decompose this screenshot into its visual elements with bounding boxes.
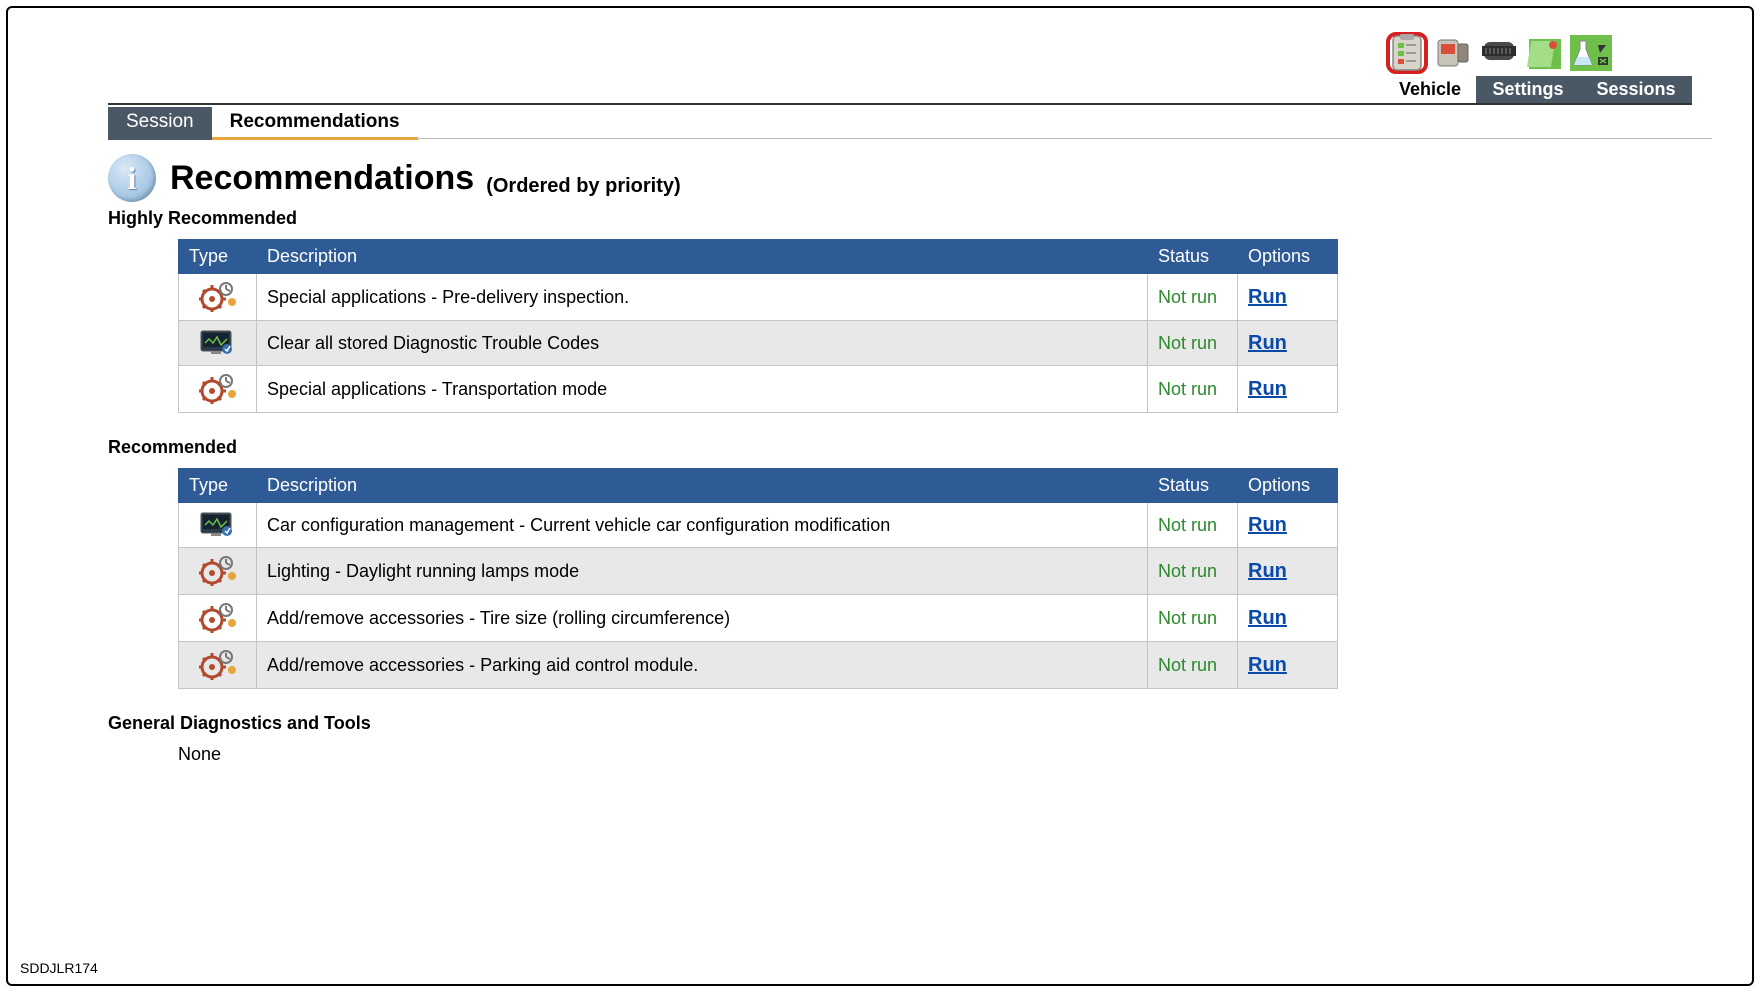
recommendations-table: TypeDescriptionStatusOptions Car configur… (178, 468, 1338, 689)
table-row: Car configuration management - Current v… (179, 503, 1338, 548)
col-header-status: Status (1148, 240, 1238, 274)
table-row: Add/remove accessories - Tire size (roll… (179, 595, 1338, 642)
run-link[interactable]: Run (1248, 654, 1287, 676)
page-subtitle: (Ordered by priority) (486, 175, 680, 198)
gear-icon (189, 603, 246, 633)
run-link[interactable]: Run (1248, 332, 1287, 354)
settings-device-icon[interactable] (1478, 32, 1520, 74)
type-cell (179, 548, 257, 595)
table-row: Lighting - Daylight running lamps modeNo… (179, 548, 1338, 595)
status-cell: Not run (1148, 595, 1238, 642)
info-icon: i (108, 154, 156, 202)
type-cell (179, 642, 257, 689)
col-header-description: Description (257, 240, 1148, 274)
description-cell: Special applications - Pre-delivery insp… (257, 274, 1148, 321)
table-row: Add/remove accessories - Parking aid con… (179, 642, 1338, 689)
sessions-beaker-icon[interactable] (1570, 32, 1612, 74)
description-cell: Car configuration management - Current v… (257, 503, 1148, 548)
footer-code: SDDJLR174 (20, 960, 98, 976)
options-cell: Run (1238, 595, 1338, 642)
tab-session[interactable]: Session (108, 107, 212, 140)
status-cell: Not run (1148, 274, 1238, 321)
status-cell: Not run (1148, 366, 1238, 413)
col-header-description: Description (257, 469, 1148, 503)
col-header-options: Options (1238, 469, 1338, 503)
tab-row: Session Recommendations (108, 107, 1712, 140)
type-cell (179, 321, 257, 366)
section-title: Recommended (108, 437, 1712, 458)
description-cell: Special applications - Transportation mo… (257, 366, 1148, 413)
table-row: Special applications - Transportation mo… (179, 366, 1338, 413)
gear-icon (189, 374, 246, 404)
options-cell: Run (1238, 642, 1338, 689)
type-cell (179, 595, 257, 642)
col-header-type: Type (179, 469, 257, 503)
toolbar-label-settings[interactable]: Settings (1476, 76, 1580, 103)
run-link[interactable]: Run (1248, 378, 1287, 400)
run-link[interactable]: Run (1248, 286, 1287, 308)
col-header-type: Type (179, 240, 257, 274)
toolbar-label-sessions[interactable]: Sessions (1580, 76, 1692, 103)
options-cell: Run (1238, 366, 1338, 413)
section-title: General Diagnostics and Tools (108, 713, 1712, 734)
monitor-icon (189, 329, 246, 357)
gear-icon (189, 650, 246, 680)
options-cell: Run (1238, 503, 1338, 548)
table-row: Special applications - Pre-delivery insp… (179, 274, 1338, 321)
description-cell: Add/remove accessories - Parking aid con… (257, 642, 1148, 689)
run-link[interactable]: Run (1248, 560, 1287, 582)
status-cell: Not run (1148, 321, 1238, 366)
run-link[interactable]: Run (1248, 607, 1287, 629)
status-cell: Not run (1148, 642, 1238, 689)
col-header-options: Options (1238, 240, 1338, 274)
options-cell: Run (1238, 321, 1338, 366)
vehicle-clipboard-icon[interactable] (1386, 32, 1428, 74)
run-link[interactable]: Run (1248, 514, 1287, 536)
page-heading: i Recommendations (Ordered by priority) (108, 154, 1712, 202)
page-title: Recommendations (170, 159, 474, 198)
gear-icon (189, 556, 246, 586)
description-cell: Clear all stored Diagnostic Trouble Code… (257, 321, 1148, 366)
description-cell: Add/remove accessories - Tire size (roll… (257, 595, 1148, 642)
recommendations-table: TypeDescriptionStatusOptions Special appl… (178, 239, 1338, 413)
top-toolbar: Vehicle Settings Sessions (108, 28, 1692, 103)
type-cell (179, 366, 257, 413)
type-cell (179, 503, 257, 548)
col-header-status: Status (1148, 469, 1238, 503)
monitor-icon (189, 511, 246, 539)
section-title: Highly Recommended (108, 208, 1712, 229)
options-cell: Run (1238, 548, 1338, 595)
description-cell: Lighting - Daylight running lamps mode (257, 548, 1148, 595)
status-cell: Not run (1148, 503, 1238, 548)
none-text: None (178, 744, 1712, 765)
settings-tool-icon[interactable] (1432, 32, 1474, 74)
gear-icon (189, 282, 246, 312)
status-cell: Not run (1148, 548, 1238, 595)
type-cell (179, 274, 257, 321)
tab-recommendations[interactable]: Recommendations (212, 107, 418, 140)
toolbar-label-vehicle[interactable]: Vehicle (1384, 76, 1476, 103)
sessions-folder-icon[interactable] (1524, 32, 1566, 74)
table-row: Clear all stored Diagnostic Trouble Code… (179, 321, 1338, 366)
options-cell: Run (1238, 274, 1338, 321)
